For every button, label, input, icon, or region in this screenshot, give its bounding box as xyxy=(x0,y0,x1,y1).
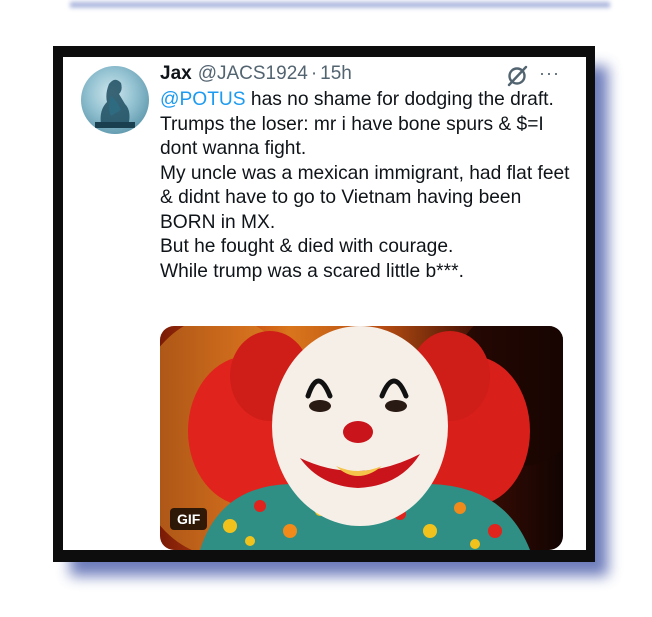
gif-badge: GIF xyxy=(170,508,208,530)
grok-icon[interactable] xyxy=(506,65,528,87)
statue-avatar-icon xyxy=(95,79,135,128)
author-name[interactable]: Jax xyxy=(160,63,192,85)
timestamp[interactable]: 15h xyxy=(320,63,352,85)
author-handle[interactable]: @JACS1924 xyxy=(198,63,308,85)
tweet-line-rest: has no shame for dodging the draft. xyxy=(245,89,554,110)
gif-media[interactable]: GIF xyxy=(160,326,563,550)
tweet-line: But he fought & died with courage. xyxy=(160,236,454,257)
clown-gif-image xyxy=(160,326,563,550)
tweet-line: While trump was a scared little b***. xyxy=(160,260,464,282)
separator: · xyxy=(310,63,318,84)
tweet-header: Jax @JACS1924 · 15h xyxy=(160,63,352,87)
avatar[interactable] xyxy=(81,66,149,134)
tweet-line: My uncle was a mexican immigrant, had fl… xyxy=(160,162,570,233)
mention-link[interactable]: @POTUS xyxy=(160,89,246,110)
tweet-text: @POTUS has no shame for dodging the draf… xyxy=(160,88,580,284)
tweet-line: @POTUS has no shame for dodging the draf… xyxy=(160,88,580,113)
more-options-icon[interactable]: ··· xyxy=(539,63,560,84)
tweet-card[interactable]: Jax @JACS1924 · 15h ··· @POTUS has no sh… xyxy=(63,57,586,550)
tweet-line: Trumps the loser: mr i have bone spurs &… xyxy=(160,113,544,160)
top-shadow xyxy=(70,0,610,8)
